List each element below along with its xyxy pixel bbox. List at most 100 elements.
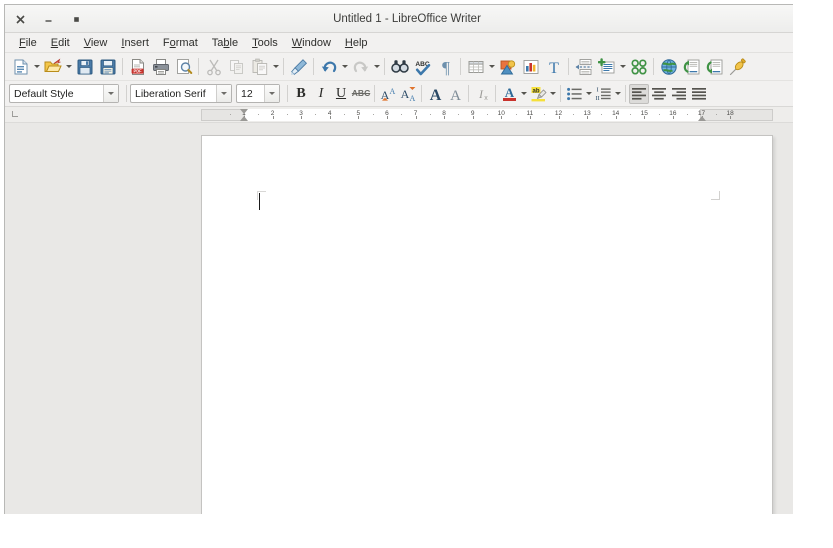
svg-text:PDF: PDF [133, 68, 142, 73]
ruler-half-tick [630, 114, 631, 115]
font-size-value: 12 [241, 87, 253, 100]
toolbar-separator [653, 58, 654, 75]
ruler-tick [730, 116, 732, 119]
insert-chart-button[interactable] [519, 55, 542, 78]
align-center-button[interactable] [649, 84, 669, 104]
svg-text:A: A [450, 88, 461, 102]
strikethrough-label: ABC [351, 88, 371, 99]
bookmark-button[interactable] [726, 55, 749, 78]
svg-text:II: II [595, 95, 599, 102]
toolbar-separator [560, 85, 561, 102]
insert-field-dropdown-arrow[interactable] [618, 55, 627, 78]
font-color-button[interactable]: A [499, 84, 519, 104]
toolbar-separator [313, 58, 314, 75]
unordered-list-button[interactable] [564, 84, 584, 104]
clear-formatting-button[interactable]: I x [472, 84, 492, 104]
menu-item-window[interactable]: Window [285, 35, 338, 51]
save-button[interactable] [73, 55, 96, 78]
hyperlink-button[interactable] [657, 55, 680, 78]
export-pdf-button[interactable]: PDF [126, 55, 149, 78]
paragraph-style-dropdown-arrow[interactable] [103, 85, 118, 102]
special-character-button[interactable] [627, 55, 650, 78]
page-break-button[interactable] [572, 55, 595, 78]
menu-item-table[interactable]: Table [205, 35, 245, 51]
paste-button[interactable] [248, 55, 271, 78]
align-justified-button[interactable] [689, 84, 709, 104]
insert-table-dropdown-arrow[interactable] [487, 55, 496, 78]
font-name-dropdown-arrow[interactable] [216, 85, 231, 102]
menu-item-tools[interactable]: Tools [245, 35, 285, 51]
font-size-combobox[interactable]: 12 [236, 84, 280, 103]
new-document-button[interactable] [9, 55, 32, 78]
ruler-tick [587, 116, 589, 119]
bold-button[interactable]: B [291, 84, 311, 104]
unordered-list-dropdown-arrow[interactable] [584, 82, 593, 105]
new-document-dropdown-arrow[interactable] [32, 55, 41, 78]
font-name-combobox[interactable]: Liberation Serif [130, 84, 232, 103]
left-indent-marker[interactable] [239, 116, 248, 121]
formatting-marks-button[interactable]: ¶ [434, 55, 457, 78]
right-indent-marker[interactable] [697, 116, 706, 121]
clone-formatting-button[interactable] [287, 55, 310, 78]
footnote-button[interactable] [680, 55, 703, 78]
highlighting-color-button[interactable]: ab [528, 84, 548, 104]
spelling-button[interactable]: ABC [411, 55, 434, 78]
subscript-button[interactable]: A A [398, 84, 418, 104]
font-color-dropdown-arrow[interactable] [519, 82, 528, 105]
svg-text:T: T [549, 60, 559, 76]
ruler-half-tick [286, 114, 288, 115]
menu-item-format[interactable]: Format [156, 35, 205, 51]
italic-button[interactable]: I [311, 84, 331, 104]
ordered-list-dropdown-arrow[interactable] [613, 82, 622, 105]
highlighting-color-dropdown-arrow[interactable] [548, 82, 557, 105]
redo-dropdown-arrow[interactable] [372, 55, 381, 78]
horizontal-ruler[interactable]: 1 2 3 4 5 6 7 8 9 10 11 12 13 14 15 16 17 18 [201, 109, 773, 121]
increase-font-size-button[interactable]: A [425, 84, 445, 104]
font-name-value: Liberation Serif [135, 87, 206, 100]
ruler-tick [358, 116, 360, 119]
save-as-button[interactable] [96, 55, 119, 78]
document-area[interactable] [5, 123, 809, 531]
redo-button[interactable] [349, 55, 372, 78]
paragraph-style-combobox[interactable]: Default Style [9, 84, 119, 103]
ruler-half-tick [401, 114, 403, 115]
ruler-tick [672, 116, 674, 119]
toolbar-separator [384, 58, 385, 75]
menu-item-file[interactable]: File [12, 35, 44, 51]
underline-button[interactable]: U [331, 84, 351, 104]
open-document-button[interactable] [41, 55, 64, 78]
ruler-half-tick [715, 114, 717, 115]
undo-dropdown-arrow[interactable] [340, 55, 349, 78]
print-button[interactable] [149, 55, 172, 78]
first-line-indent-marker[interactable] [239, 109, 248, 114]
decrease-font-size-button[interactable]: A [445, 84, 465, 104]
menu-item-help[interactable]: Help [338, 35, 375, 51]
ruler-row: 1 2 3 4 5 6 7 8 9 10 11 12 13 14 15 16 17 18 [5, 107, 809, 123]
endnote-button[interactable] [703, 55, 726, 78]
menu-item-insert[interactable]: Insert [114, 35, 156, 51]
strikethrough-button[interactable]: ABC [351, 84, 371, 104]
copy-button[interactable] [225, 55, 248, 78]
insert-text-box-button[interactable]: T [542, 55, 565, 78]
ruler-half-tick [601, 114, 603, 115]
undo-button[interactable] [317, 55, 340, 78]
cut-button[interactable] [202, 55, 225, 78]
menu-item-view[interactable]: View [77, 35, 115, 51]
align-left-button[interactable] [629, 83, 649, 104]
menu-item-edit[interactable]: Edit [44, 35, 77, 51]
insert-field-button[interactable] [595, 55, 618, 78]
open-document-dropdown-arrow[interactable] [64, 55, 73, 78]
find-replace-button[interactable] [388, 55, 411, 78]
paste-dropdown-arrow[interactable] [271, 55, 280, 78]
insert-table-button[interactable] [464, 55, 487, 78]
toolbar-separator [468, 85, 469, 102]
document-page[interactable] [201, 135, 773, 531]
insert-image-button[interactable] [496, 55, 519, 78]
print-preview-button[interactable] [172, 55, 195, 78]
superscript-button[interactable]: A A [378, 84, 398, 104]
ruler-tick [529, 116, 531, 119]
ordered-list-button[interactable]: I II [593, 84, 613, 104]
align-right-button[interactable] [669, 84, 689, 104]
font-size-dropdown-arrow[interactable] [264, 85, 279, 102]
ruler-half-tick [515, 114, 517, 115]
